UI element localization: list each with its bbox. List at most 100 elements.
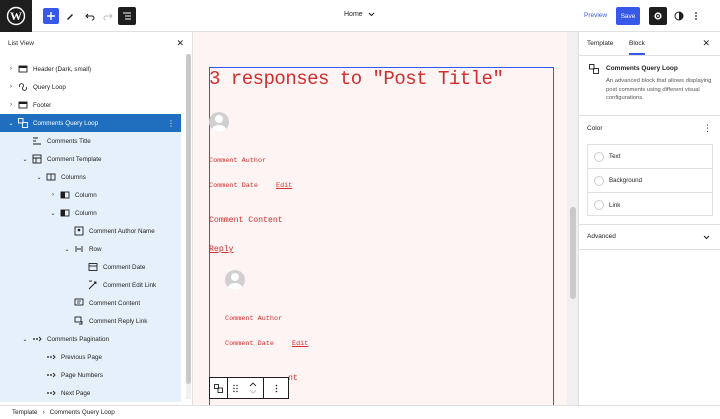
comment-edit-link[interactable]: Edit [276, 182, 292, 190]
advanced-section-title[interactable]: Advanced [587, 233, 616, 240]
color-swatch-icon [594, 175, 604, 186]
breadcrumb: Template › Comments Query Loop [0, 405, 720, 419]
comments-title[interactable]: 3 responses to "Post Title" [209, 68, 504, 90]
color-option-background[interactable]: Background [588, 169, 712, 193]
chevron-right-icon[interactable]: › [49, 191, 57, 199]
template-page: 3 responses to "Post Title" Comment Auth… [193, 32, 567, 405]
chevron-right-icon[interactable]: › [7, 65, 15, 73]
tab-block[interactable]: Block [629, 40, 645, 55]
loop-icon [18, 82, 28, 92]
comment-reply-icon [74, 316, 84, 326]
chevron-right-icon[interactable]: › [7, 83, 15, 91]
close-icon[interactable]: ✕ [176, 38, 184, 49]
block-card-description: An advanced block that allows displaying… [606, 78, 712, 101]
list-view-item[interactable]: Next Page [0, 384, 181, 402]
list-view-item[interactable]: ⌄ Comment Template [0, 150, 181, 168]
list-view-item[interactable]: › Footer [0, 96, 181, 114]
comment-edit-link[interactable]: Edit [292, 340, 308, 348]
sidebar-tabs: Template Block ✕ [579, 32, 720, 56]
chevron-down-icon[interactable]: ⌄ [21, 155, 29, 163]
list-view-item[interactable]: ⌄ Columns [0, 168, 181, 186]
color-swatch-icon [594, 151, 604, 162]
chevron-down-icon[interactable]: ⌄ [35, 173, 43, 181]
chevron-down-icon[interactable]: ⌄ [63, 245, 71, 253]
list-view-item-label: Comment Author Name [89, 227, 155, 235]
list-view-item-label: Footer [33, 101, 52, 109]
list-view-item[interactable]: › Column [0, 186, 181, 204]
list-view-scrollbar[interactable] [186, 54, 191, 399]
block-options-icon[interactable] [264, 378, 288, 398]
list-view-item-label: Comments Title [47, 137, 91, 145]
styles-contrast-icon[interactable] [671, 7, 687, 25]
canvas-scrollbar[interactable] [568, 32, 578, 405]
pagination-icon [32, 334, 42, 344]
list-view-item[interactable]: › Query Loop [0, 78, 181, 96]
list-view-title: List View [8, 39, 34, 47]
list-view-item[interactable]: ⌄ Comments Query Loop ⋮ [0, 114, 181, 132]
list-view-item[interactable]: Page Numbers [0, 366, 181, 384]
comments-query-loop-block[interactable] [209, 67, 554, 405]
pagination-icon [46, 388, 56, 398]
list-view-item[interactable]: ⌄ Row [0, 240, 181, 258]
list-view-item-label: Columns [61, 173, 86, 181]
list-view-item-label: Column [75, 209, 97, 217]
comments-query-loop-icon [18, 118, 28, 128]
color-option-text[interactable]: Text [588, 145, 712, 169]
layout-icon [32, 154, 42, 164]
color-option-link[interactable]: Link [588, 193, 712, 217]
list-view-item-label: Header (Dark, small) [33, 65, 92, 73]
list-view-item-label: Comment Content [89, 299, 141, 307]
redo-icon[interactable] [100, 7, 116, 25]
list-view-item[interactable]: ⌄ Column [0, 204, 181, 222]
list-view-item[interactable]: ⌄ Comments Pagination [0, 330, 181, 348]
list-view-item[interactable]: Comment Content [0, 294, 181, 312]
breadcrumb-root[interactable]: Template [12, 409, 38, 416]
list-view-item[interactable]: › Header (Dark, small) [0, 60, 181, 78]
chevron-down-icon[interactable] [703, 235, 710, 240]
list-view-panel: List View ✕ › Header (Dark, small) › Query … [0, 32, 193, 405]
undo-icon[interactable] [82, 7, 98, 25]
comment-date[interactable]: Comment Date [225, 340, 274, 348]
comment-content[interactable]: Comment Content [209, 216, 283, 225]
comment-date[interactable]: Comment Date [209, 182, 258, 190]
more-options-icon[interactable]: ⋮ [167, 119, 175, 128]
editor-header: W Home Preview Save [0, 0, 720, 32]
chevron-down-icon[interactable]: ⌄ [7, 119, 15, 127]
block-toolbar [209, 377, 289, 399]
more-options-icon[interactable] [688, 7, 704, 25]
move-up-down-icon[interactable] [242, 378, 264, 398]
edit-tools-icon[interactable] [62, 7, 78, 25]
tab-template[interactable]: Template [587, 40, 613, 47]
chevron-down-icon[interactable]: ⌄ [21, 335, 29, 343]
comment-author-name[interactable]: Comment Author [225, 315, 282, 323]
comments-query-loop-icon[interactable] [210, 378, 228, 398]
list-view-item-label: Comments Pagination [47, 335, 109, 343]
comment-author-name[interactable]: Comment Author [209, 157, 266, 165]
close-icon[interactable]: ✕ [702, 38, 710, 49]
wordpress-logo-icon[interactable]: W [0, 0, 32, 32]
template-part-icon [18, 100, 28, 110]
list-view-item[interactable]: Comments Title [0, 132, 181, 150]
chevron-down-icon[interactable]: ⌄ [49, 209, 57, 217]
list-view-item[interactable]: Comment Edit Link [0, 276, 181, 294]
list-view-item-label: Row [89, 245, 102, 253]
settings-gear-icon[interactable] [649, 7, 667, 25]
preview-button[interactable]: Preview [584, 12, 607, 19]
comment-edit-icon [88, 280, 98, 290]
document-title[interactable]: Home [344, 11, 375, 18]
comment-reply-link[interactable]: Reply [209, 245, 234, 254]
comment-content[interactable]: nt [288, 374, 298, 383]
add-block-button[interactable] [43, 8, 59, 24]
list-view-item[interactable]: Comment Reply Link [0, 312, 181, 330]
drag-handle-icon[interactable] [228, 378, 242, 398]
list-view-toggle-button[interactable] [118, 7, 136, 25]
breadcrumb-current[interactable]: Comments Query Loop [50, 409, 115, 416]
list-view-item[interactable]: Comment Author Name [0, 222, 181, 240]
color-options-icon[interactable]: ⋮ [703, 123, 712, 134]
chevron-right-icon[interactable]: › [7, 101, 15, 109]
list-view-item[interactable]: Previous Page [0, 348, 181, 366]
color-section-title: Color [587, 125, 603, 132]
columns-icon [46, 172, 56, 182]
save-button[interactable]: Save [616, 7, 640, 25]
list-view-item[interactable]: Comment Date [0, 258, 181, 276]
